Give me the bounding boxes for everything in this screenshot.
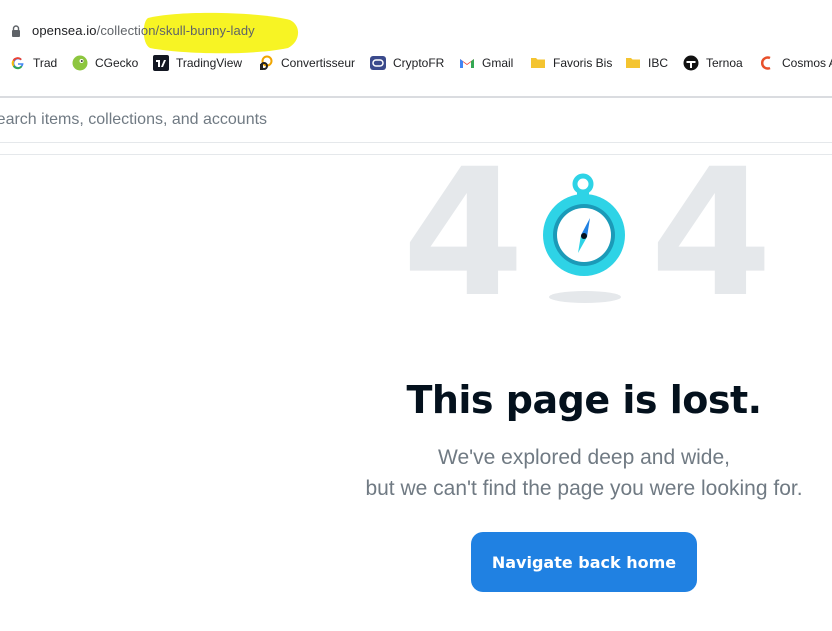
error-message-line2: but we can't find the page you were look… xyxy=(365,477,803,500)
bookmark-label: CGecko xyxy=(95,56,139,70)
bookmark-cryptofr[interactable]: CryptoFR xyxy=(370,54,444,72)
bookmark-ibc[interactable]: IBC xyxy=(625,54,668,72)
bookmark-label: CryptoFR xyxy=(393,56,445,70)
converter-icon xyxy=(260,55,273,70)
bookmark-label: Favoris Bis xyxy=(553,56,613,70)
search-input[interactable] xyxy=(0,107,832,133)
cryptofr-icon xyxy=(370,56,386,70)
url-text[interactable]: opensea.io/collection/skull-bunny-lady xyxy=(32,23,255,38)
bookmark-label: IBC xyxy=(648,56,669,70)
bookmark-tradingview[interactable]: TradingView xyxy=(153,54,242,72)
bookmark-gmail[interactable]: Gmail xyxy=(459,54,513,72)
cosmos-icon xyxy=(760,56,771,70)
ternoa-icon xyxy=(683,55,699,71)
compass-icon xyxy=(543,173,625,303)
coingecko-icon xyxy=(72,55,88,71)
bookmark-label: Trad xyxy=(33,56,58,70)
toolbar-divider xyxy=(0,96,832,98)
folder-icon xyxy=(531,58,545,68)
bookmark-cgecko[interactable]: CGecko xyxy=(72,54,138,72)
error-digit-left: 4 xyxy=(402,131,525,336)
bookmark-label: Gmail xyxy=(482,56,514,70)
bookmark-ternoa[interactable]: Ternoa xyxy=(683,54,743,72)
page-title: This page is lost. xyxy=(406,378,762,422)
url-path: /collection/skull-bunny-lady xyxy=(96,23,255,38)
bookmark-trad[interactable]: Trad xyxy=(10,54,57,72)
error-digit-right: 4 xyxy=(650,131,773,336)
bookmark-label: Convertisseur xyxy=(281,56,356,70)
bookmark-label: Cosmos A xyxy=(782,56,832,70)
url-domain: opensea.io xyxy=(32,23,97,38)
error-message-line1: We've explored deep and wide, xyxy=(438,446,730,469)
folder-icon xyxy=(626,58,640,68)
bookmarks-bar: Trad CGecko TradingView Convertisseur Cr… xyxy=(0,50,832,76)
tradingview-icon xyxy=(153,55,169,71)
bookmark-label: TradingView xyxy=(176,56,243,70)
navigate-home-button[interactable]: Navigate back home xyxy=(471,532,697,592)
gmail-icon xyxy=(460,59,474,68)
lock-icon xyxy=(12,25,20,37)
bookmark-label: Ternoa xyxy=(706,56,743,70)
bookmark-favoris-bis[interactable]: Favoris Bis xyxy=(530,54,612,72)
bookmark-convertisseur[interactable]: Convertisseur xyxy=(258,54,355,72)
address-bar[interactable]: opensea.io/collection/skull-bunny-lady xyxy=(0,0,832,54)
bookmark-cosmos[interactable]: Cosmos A xyxy=(759,54,832,72)
google-icon xyxy=(11,57,24,70)
